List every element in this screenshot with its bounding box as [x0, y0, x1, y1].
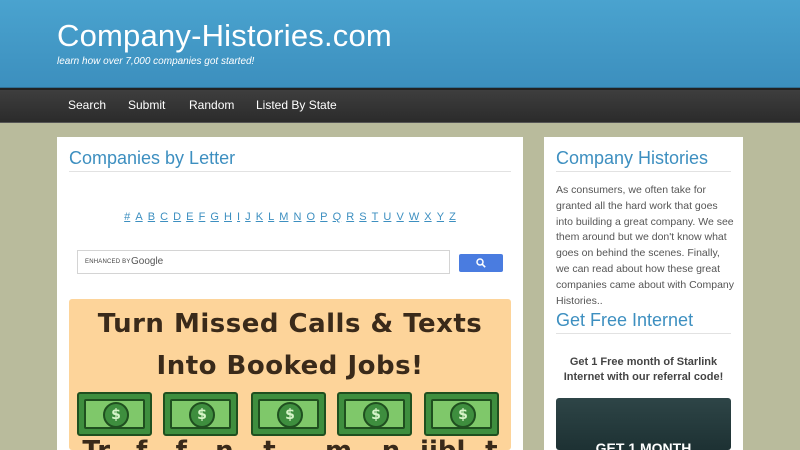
letter-link[interactable]: # [124, 211, 130, 223]
google-label: Google [131, 256, 164, 267]
ad-headline-line2: Into Booked Jobs! [156, 351, 424, 381]
site-header: Company-Histories.com learn how over 7,0… [0, 0, 800, 88]
ad-headline-line1: Turn Missed Calls & Texts [97, 309, 483, 339]
letter-link[interactable]: V [396, 211, 403, 223]
letter-link[interactable]: C [160, 211, 168, 223]
letter-link[interactable]: Q [333, 211, 342, 223]
main-nav: Search Submit Random Listed By State [0, 88, 800, 123]
letter-link[interactable]: Y [437, 211, 444, 223]
sidebar-title: Company Histories [556, 148, 709, 168]
letter-link[interactable]: D [173, 211, 181, 223]
letter-link[interactable]: E [186, 211, 193, 223]
starlink-referral-text: Get 1 Free month of Starlink Internet wi… [563, 356, 724, 383]
nav-submit[interactable]: Submit [128, 98, 165, 112]
letter-link[interactable]: H [224, 211, 232, 223]
card-title: Companies by Letter [69, 148, 236, 168]
site-tagline: learn how over 7,000 companies got start… [57, 56, 255, 67]
companies-by-letter-card: Companies by Letter # A B C D E F G H I … [57, 137, 523, 450]
letter-link[interactable]: X [424, 211, 431, 223]
nav-search[interactable]: Search [68, 98, 106, 112]
divider [69, 171, 511, 172]
letter-link[interactable]: Z [449, 211, 456, 223]
letter-link[interactable]: U [383, 211, 391, 223]
letter-link[interactable]: O [307, 211, 316, 223]
enhanced-by-label: ENHANCED BY [85, 259, 131, 265]
nav-listed-by-state[interactable]: Listed By State [256, 98, 337, 112]
letter-link[interactable]: J [245, 211, 251, 223]
letter-index: # A B C D E F G H I J K L M N O P Q R S … [57, 211, 523, 223]
divider [556, 171, 731, 172]
internet-title: Get Free Internet [556, 310, 694, 330]
money-icon: $ [77, 392, 152, 436]
letter-link[interactable]: P [320, 211, 327, 223]
money-icon: $ [424, 392, 499, 436]
letter-link[interactable]: R [346, 211, 354, 223]
letter-link[interactable]: I [237, 211, 240, 223]
letter-link[interactable]: N [294, 211, 302, 223]
search-button[interactable] [459, 254, 503, 272]
starlink-promo-banner[interactable]: GET 1 MONTH [556, 398, 731, 450]
search-input[interactable]: ENHANCED BY Google [77, 250, 450, 274]
money-icon: $ [163, 392, 238, 436]
sidebar-description: As consumers, we often take for granted … [556, 184, 735, 307]
divider [556, 333, 731, 334]
money-icon: $ [251, 392, 326, 436]
letter-link[interactable]: K [256, 211, 263, 223]
letter-link[interactable]: G [210, 211, 219, 223]
letter-link[interactable]: M [279, 211, 288, 223]
sidebar-card: Company Histories As consumers, we often… [544, 137, 743, 450]
site-title[interactable]: Company-Histories.com [57, 18, 392, 54]
letter-link[interactable]: W [409, 211, 419, 223]
money-icon: $ [337, 392, 412, 436]
promo-text: GET 1 MONTH [595, 440, 692, 450]
advertisement-banner[interactable]: Turn Missed Calls & Texts Into Booked Jo… [69, 299, 511, 450]
search-icon [476, 258, 486, 268]
letter-link[interactable]: A [135, 211, 142, 223]
letter-link[interactable]: S [359, 211, 366, 223]
letter-link[interactable]: L [268, 211, 274, 223]
letter-link[interactable]: F [199, 211, 206, 223]
nav-random[interactable]: Random [189, 98, 234, 112]
letter-link[interactable]: B [148, 211, 155, 223]
letter-link[interactable]: T [372, 211, 379, 223]
ad-subtext-cut: Tr...f...f...n...t.....m...n..iibl..t [69, 436, 511, 450]
